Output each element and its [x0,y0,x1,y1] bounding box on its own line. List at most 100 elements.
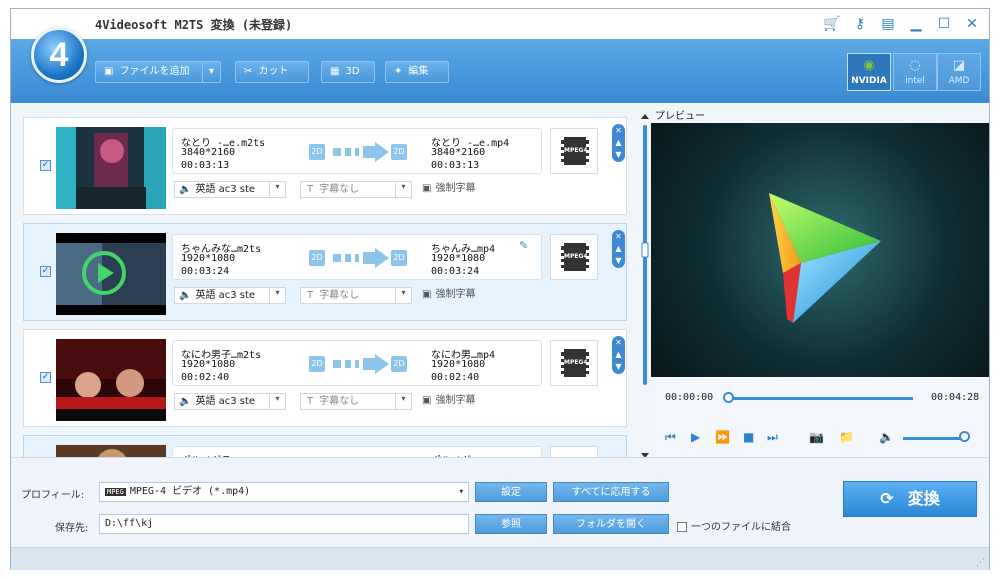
browse-button[interactable]: 参照 [475,514,547,534]
conversion-info: ちゃんみな…m2ts 1920*1080 00:03:24 2D 2D ちゃんみ… [172,234,542,280]
merge-label: 一つのファイルに結合 [691,522,791,533]
subtitle-select[interactable]: T 字幕なし ▾ [300,393,412,410]
chevron-down-icon: ▾ [269,182,285,197]
feedback-icon[interactable]: ▤ [877,13,899,35]
volume-icon[interactable]: 🔈 [879,430,894,444]
video-thumbnail[interactable] [56,127,166,209]
file-checkbox[interactable]: ✓ [40,266,51,277]
3d-button[interactable]: ▦ 3D [321,61,375,83]
gpu-intel-label: intel [905,76,925,86]
apply-all-button[interactable]: すべてに応用する [553,482,669,502]
source-2d-badge: 2D [309,144,325,160]
force-subtitle-toggle[interactable]: ▣ 強制字幕 [422,393,512,410]
force-subtitle-toggle[interactable]: ▣ 強制字幕 [422,181,512,198]
snapshot-icon[interactable]: 📷 [809,430,824,444]
audio-track-select[interactable]: 🔈 英語 ac3 ste ▾ [174,393,286,410]
toolbar: ▣ ファイルを追加 ▾ ✂ カット ▦ 3D ✦ 編集 ◉ NVIDIA ◌ intel ◪… [11,39,989,103]
resize-grip-icon[interactable]: ⋰ [976,558,985,568]
play-icon[interactable]: ▶ [691,430,700,444]
audio-track-value: 英語 ac3 ste [195,396,256,407]
force-subtitle-toggle[interactable]: ▣ 強制字幕 [422,287,512,304]
speaker-icon: 🔈 [179,184,192,195]
move-up-icon[interactable]: ▲ [615,138,621,147]
close-icon[interactable]: ✕ [961,13,983,35]
sparkle-icon: ✦ [394,66,403,77]
cart-icon[interactable]: 🛒 [821,13,843,35]
folder-icon[interactable]: 📁 [839,430,854,444]
file-item[interactable]: ✓ なにわ男子…m2ts 1920*1080 00:02:40 2D 2D なに… [23,329,627,427]
output-format-button[interactable]: MPEG4 [550,340,598,386]
title-bar-icons: 🛒 ⚷ ▤ ▁ ☐ ✕ [821,13,983,35]
file-list-scrollbar[interactable] [639,113,651,461]
maximize-icon[interactable]: ☐ [933,13,955,35]
subtitle-select[interactable]: T 字幕なし ▾ [300,181,412,198]
film-icon: MPEG4 [561,137,589,165]
video-thumbnail[interactable] [56,339,166,421]
output-resolution: 3840*2160 [431,147,486,158]
remove-icon[interactable]: ✕ [615,232,622,241]
convert-button[interactable]: ⟳ 変換 [843,481,977,517]
thumbnail-image [56,233,166,315]
source-duration: 00:03:13 [181,160,230,171]
nvidia-icon: ◉ [863,58,875,73]
video-thumbnail[interactable] [56,233,166,315]
text-icon: T [307,396,314,407]
stop-icon[interactable]: ■ [743,430,754,444]
file-item[interactable]: ✓ なとり ‐…e.m2ts 3840*2160 00:03:13 2D 2D [23,117,627,215]
volume-slider[interactable] [903,437,965,440]
cut-button[interactable]: ✂ カット [235,61,309,83]
output-duration: 00:02:40 [431,372,480,383]
audio-track-select[interactable]: 🔈 英語 ac3 ste ▾ [174,181,286,198]
open-folder-button[interactable]: フォルダを開く [553,514,669,534]
add-file-dropdown[interactable]: ▾ [202,62,220,82]
output-2d-badge: 2D [391,250,407,266]
convert-label: 変換 [907,489,940,508]
gpu-intel[interactable]: ◌ intel [893,53,937,91]
volume-handle[interactable] [959,431,970,442]
move-down-icon[interactable]: ▼ [615,362,621,371]
merge-checkbox[interactable]: 一つのファイルに結合 [677,518,791,533]
output-resolution: 1920*1080 [431,253,486,264]
file-checkbox[interactable]: ✓ [40,160,51,171]
fast-forward-icon[interactable]: ⏩ [715,430,730,444]
add-file-icon: ▣ [104,66,114,77]
move-down-icon[interactable]: ▼ [615,150,621,159]
convert-arrow-icon [333,142,389,162]
skip-forward-icon[interactable]: ⏭ [767,430,778,445]
text-icon: T [307,184,314,195]
add-file-button[interactable]: ▣ ファイルを追加 ▾ [95,61,221,83]
3d-label: 3D [345,66,360,77]
output-format-button[interactable]: MPEG4 [550,234,598,280]
move-up-icon[interactable]: ▲ [615,350,621,359]
remove-icon[interactable]: ✕ [615,338,622,347]
skip-back-icon[interactable]: ⏮ [665,430,676,445]
output-format-button[interactable]: MPEG4 [550,128,598,174]
gpu-amd[interactable]: ◪ AMD [937,53,981,91]
seek-handle[interactable] [723,392,734,403]
seek-bar[interactable] [727,397,913,400]
remove-icon[interactable]: ✕ [615,126,622,135]
file-checkbox[interactable]: ✓ [40,372,51,383]
move-down-icon[interactable]: ▼ [615,256,621,265]
refresh-icon: ⟳ [880,489,894,508]
output-duration: 00:03:24 [431,266,480,277]
move-up-icon[interactable]: ▲ [615,244,621,253]
preview-screen [651,123,989,377]
pencil-icon[interactable]: ✎ [519,239,528,252]
thumbnail-image [56,339,166,421]
app-window: 4Videosoft M2TS 変換 (未登録) 🛒 ⚷ ▤ ▁ ☐ ✕ ▣ ファ… [10,8,990,570]
subtitle-select[interactable]: T 字幕なし ▾ [300,287,412,304]
audio-track-select[interactable]: 🔈 英語 ac3 ste ▾ [174,287,286,304]
audio-track-value: 英語 ac3 ste [195,290,256,301]
minimize-icon[interactable]: ▁ [905,13,927,35]
subtitle-value: 字幕なし [319,290,360,301]
gpu-nvidia[interactable]: ◉ NVIDIA [847,53,891,91]
profile-select[interactable]: MPEG MPEG-4 ビデオ (*.mp4) ▾ [99,482,469,502]
key-icon[interactable]: ⚷ [849,13,871,35]
file-item[interactable]: ✓ ちゃんみな…m2ts 1920*1080 00:03:24 2D 2D ちゃ… [23,223,627,321]
chevron-down-icon: ▾ [269,288,285,303]
settings-button[interactable]: 設定 [475,482,547,502]
source-resolution: 1920*1080 [181,359,236,370]
save-path-input[interactable]: D:\ff\kj [99,514,469,534]
edit-button[interactable]: ✦ 編集 [385,61,449,83]
